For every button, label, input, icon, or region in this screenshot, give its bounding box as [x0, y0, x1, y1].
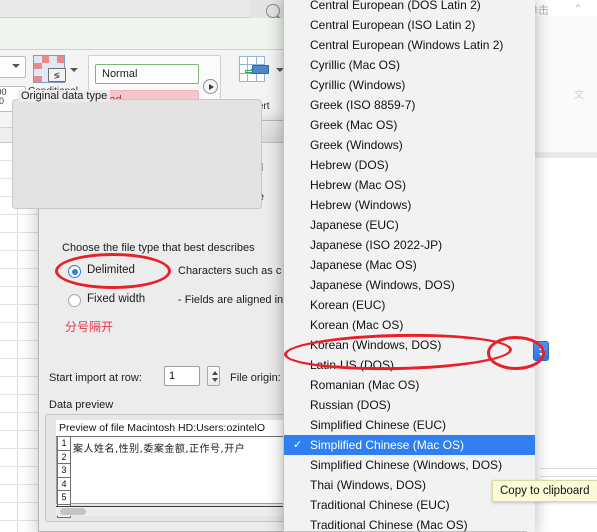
- data-preview-label: Data preview: [49, 399, 114, 411]
- choose-file-type-text: Choose the file type that best describes: [62, 242, 255, 254]
- conditional-formatting-rule-badge: ≶: [48, 68, 66, 82]
- encoding-menu-item[interactable]: Greek (Windows): [284, 135, 535, 155]
- copy-to-clipboard-tooltip: Copy to clipboard: [492, 480, 597, 502]
- checkmark-icon: ✓: [293, 439, 303, 451]
- encoding-menu-item[interactable]: Central European (Windows Latin 2): [284, 35, 535, 55]
- radio-fixed-width-label[interactable]: Fixed width: [87, 293, 145, 305]
- encoding-menu-item-label: Simplified Chinese (Mac OS): [310, 438, 465, 452]
- encoding-menu-item[interactable]: Greek (Mac OS): [284, 115, 535, 135]
- encoding-menu-item-label: Cyrillic (Windows): [310, 78, 406, 92]
- encoding-menu-item[interactable]: Korean (Windows, DOS): [284, 335, 535, 355]
- encoding-menu-item[interactable]: Japanese (EUC): [284, 215, 535, 235]
- preview-horizontal-scrollbar[interactable]: [56, 506, 292, 516]
- encoding-menu-item[interactable]: Cyrillic (Windows): [284, 75, 535, 95]
- encoding-menu-list[interactable]: Central European (DOS Latin 2) Central Eu…: [284, 0, 535, 532]
- encoding-menu-item-label: Hebrew (Windows): [310, 198, 412, 212]
- chevron-down-icon: [12, 64, 20, 68]
- top-right-text-secondary: 文: [574, 90, 584, 101]
- encoding-menu-item[interactable]: Russian (DOS): [284, 395, 535, 415]
- encoding-menu-item[interactable]: Simplified Chinese (Windows, DOS): [284, 455, 535, 475]
- encoding-menu-item[interactable]: Latin-US (DOS): [284, 355, 535, 375]
- encoding-menu-item-label: Greek (Windows): [310, 138, 403, 152]
- encoding-menu-item-label: Japanese (Mac OS): [310, 258, 417, 272]
- file-origin-popup-button[interactable]: [533, 341, 549, 361]
- encoding-menu-item-label: Hebrew (DOS): [310, 158, 389, 172]
- encoding-menu-item[interactable]: Simplified Chinese (EUC): [284, 415, 535, 435]
- preview-row-number: 4: [57, 477, 71, 491]
- background-top-right-panel: [534, 16, 597, 156]
- encoding-menu-item-label: Japanese (EUC): [310, 218, 399, 232]
- encoding-menu-item-label: Simplified Chinese (EUC): [310, 418, 447, 432]
- encoding-menu-item[interactable]: Hebrew (Windows): [284, 195, 535, 215]
- encoding-menu-item[interactable]: Japanese (ISO 2022-JP): [284, 235, 535, 255]
- encoding-menu-item-label: Japanese (Windows, DOS): [310, 278, 455, 292]
- cell-style-normal[interactable]: Normal: [95, 64, 199, 84]
- radio-delimited[interactable]: [68, 265, 81, 278]
- encoding-menu-item[interactable]: Korean (Mac OS): [284, 315, 535, 335]
- original-data-type-fieldset: [12, 99, 262, 209]
- preview-row-text: 案人姓名,性别,委案金额,正作号,开户: [73, 444, 246, 455]
- encoding-menu-item-label: Thai (Windows, DOS): [310, 478, 427, 492]
- encoding-menu-item-label: Traditional Chinese (EUC): [310, 498, 450, 512]
- encoding-menu-item[interactable]: Central European (DOS Latin 2): [284, 0, 535, 15]
- encoding-menu-item[interactable]: Romanian (Mac OS): [284, 375, 535, 395]
- preview-row-number: 1: [57, 437, 71, 451]
- encoding-menu-item-label: Korean (EUC): [310, 298, 386, 312]
- encoding-menu-item[interactable]: Cyrillic (Mac OS): [284, 55, 535, 75]
- encoding-menu-item[interactable]: Central European (ISO Latin 2): [284, 15, 535, 35]
- preview-row-number: 5: [57, 491, 71, 505]
- encoding-menu-item-label: Simplified Chinese (Windows, DOS): [310, 458, 503, 472]
- encoding-menu-item-label: Russian (DOS): [310, 398, 391, 412]
- screen-root: .00 .0 Format ≶ Conditional Formatting N…: [0, 0, 597, 532]
- encoding-menu-item-selected[interactable]: ✓ Simplified Chinese (Mac OS): [284, 435, 535, 455]
- encoding-menu-item-label: Korean (Mac OS): [310, 318, 404, 332]
- excel-formula-band: [0, 18, 300, 50]
- encoding-menu-item[interactable]: Hebrew (DOS): [284, 155, 535, 175]
- encoding-menu-item-label: Japanese (ISO 2022-JP): [310, 238, 443, 252]
- encoding-menu-item-label: Latin-US (DOS): [310, 358, 395, 372]
- preview-row-number: 3: [57, 464, 71, 478]
- gallery-more-button[interactable]: [203, 79, 218, 94]
- encoding-menu-item-label: Cyrillic (Mac OS): [310, 58, 400, 72]
- encoding-menu-item-label: Romanian (Mac OS): [310, 378, 420, 392]
- encoding-menu-item-label: Central European (DOS Latin 2): [310, 0, 481, 12]
- background-top-right-strip: [534, 152, 597, 158]
- encoding-menu-item-label: Greek (Mac OS): [310, 118, 398, 132]
- file-origin-label: File origin:: [230, 372, 281, 384]
- preview-scrollbar-thumb[interactable]: [60, 508, 86, 515]
- encoding-menu-item-label: Central European (ISO Latin 2): [310, 18, 476, 32]
- encoding-menu-item[interactable]: Greek (ISO 8859-7): [284, 95, 535, 115]
- fixed-width-description: - Fields are aligned in c: [178, 294, 292, 306]
- encoding-menu-item-label: Greek (ISO 8859-7): [310, 98, 416, 112]
- preview-row-number: 2: [57, 450, 71, 464]
- start-import-row-input[interactable]: 1: [164, 366, 200, 386]
- file-origin-encoding-menu[interactable]: Central European (DOS Latin 2) Central Eu…: [283, 0, 535, 532]
- encoding-menu-item[interactable]: Hebrew (Mac OS): [284, 175, 535, 195]
- encoding-menu-item[interactable]: Japanese (Windows, DOS): [284, 275, 535, 295]
- delimited-description: Characters such as c: [178, 265, 282, 277]
- radio-delimited-label[interactable]: Delimited: [87, 264, 135, 276]
- start-import-row-stepper[interactable]: [207, 366, 220, 386]
- start-import-row-label: Start import at row:: [49, 372, 142, 384]
- encoding-menu-item[interactable]: Traditional Chinese (Mac OS): [284, 515, 535, 532]
- encoding-menu-item-label: Central European (Windows Latin 2): [310, 38, 504, 52]
- insert-cells-icon: ⇨: [239, 56, 269, 84]
- chevron-down-icon[interactable]: [70, 68, 78, 72]
- original-data-type-legend: Original data type: [18, 90, 111, 102]
- annotation-text-delimiter: 分号隔开: [65, 320, 114, 334]
- encoding-menu-item-label: Traditional Chinese (Mac OS): [310, 518, 468, 532]
- chevron-up-icon[interactable]: ⌃: [573, 2, 583, 16]
- encoding-menu-item[interactable]: Japanese (Mac OS): [284, 255, 535, 275]
- radio-fixed-width[interactable]: [68, 294, 81, 307]
- data-preview-file-path: Preview of file Macintosh HD:Users:ozint…: [56, 420, 292, 437]
- encoding-menu-item-label: Korean (Windows, DOS): [310, 338, 442, 352]
- encoding-menu-item[interactable]: Korean (EUC): [284, 295, 535, 315]
- encoding-menu-item-label: Hebrew (Mac OS): [310, 178, 407, 192]
